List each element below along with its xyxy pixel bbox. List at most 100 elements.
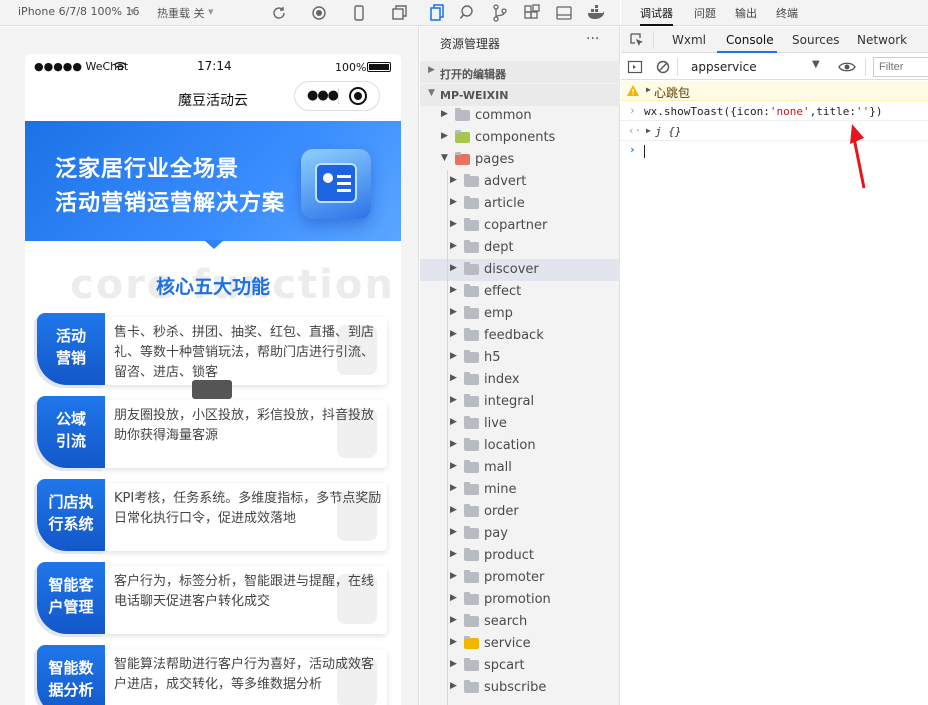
tree-item[interactable]: ▶ spcart xyxy=(420,655,620,677)
expand-triangle-icon[interactable]: ▶ xyxy=(646,85,651,94)
tab-console[interactable]: Console xyxy=(726,33,774,47)
feature-desc: 售卡、秒杀、拼团、抽奖、红包、直播、到店礼、等数十种营销玩法，帮助门店进行引流、… xyxy=(114,325,375,380)
banner-illustration xyxy=(301,149,371,219)
tree-item[interactable]: ▶ order xyxy=(420,501,620,523)
chevron-right-icon: ▶ xyxy=(450,681,457,691)
eye-icon[interactable] xyxy=(838,60,856,74)
sidebar-toggle-icon[interactable] xyxy=(627,59,643,75)
folder-icon xyxy=(464,548,479,561)
console-result-row: ‹· ▶ j {} xyxy=(621,121,928,141)
chevron-right-icon: ▶ xyxy=(450,417,457,427)
tree-item[interactable]: ▶ pay xyxy=(420,523,620,545)
chevron-right-icon: ▶ xyxy=(450,571,457,581)
cloud-icon[interactable] xyxy=(554,3,574,23)
chevron-right-icon: ▶ xyxy=(441,109,448,119)
project-header[interactable]: ▼ MP-WEIXIN xyxy=(420,84,620,106)
tab-wxml[interactable]: Wxml xyxy=(672,33,706,47)
capsule-menu: ●●● xyxy=(294,81,380,111)
device-select[interactable]: iPhone 6/7/8 100% 16 xyxy=(18,5,139,18)
tree-item[interactable]: ▶ promotion xyxy=(420,589,620,611)
hot-reload-toggle[interactable]: 热重载 关 xyxy=(157,5,205,21)
tree-item[interactable]: ▶ live xyxy=(420,413,620,435)
console-warning-row[interactable]: ▶ 心跳包 xyxy=(621,81,928,101)
search-icon[interactable] xyxy=(458,3,478,23)
refresh-icon[interactable] xyxy=(269,3,289,23)
tree-item[interactable]: ▶ promoter xyxy=(420,567,620,589)
tree-item[interactable]: ▶ advert xyxy=(420,171,620,193)
warning-message: 心跳包 xyxy=(654,86,691,100)
tab-sources[interactable]: Sources xyxy=(792,33,839,47)
chevron-down-icon: ▼ xyxy=(441,153,448,163)
tree-item[interactable]: ▶ effect xyxy=(420,281,620,303)
console-prompt[interactable]: › xyxy=(621,141,928,161)
phone-icon[interactable] xyxy=(349,3,369,23)
chevron-right-icon: ▶ xyxy=(450,659,457,669)
feature-card[interactable]: 门店执 行系统 KPI考核，任务系统。多维度指标，多节点奖励日常化执行口令，促进成… xyxy=(33,479,387,554)
folder-icon xyxy=(464,306,479,319)
tree-item[interactable]: ▶ index xyxy=(420,369,620,391)
tab-terminal[interactable]: 终端 xyxy=(776,5,798,21)
more-actions-icon[interactable]: ··· xyxy=(586,31,599,47)
folder-icon xyxy=(464,614,479,627)
chevron-right-icon: ▶ xyxy=(450,483,457,493)
feature-card[interactable]: 智能客 户管理 客户行为，标签分析，智能跟进与提醒，在线电话聊天促进客户转化成交 xyxy=(33,562,387,637)
folder-icon xyxy=(464,262,479,275)
devtools-panel: 调试器 问题 输出 终端 Wxml Console Sources Networ… xyxy=(621,0,928,705)
chevron-right-icon: ▶ xyxy=(450,219,457,229)
files-icon[interactable] xyxy=(426,3,446,23)
tree-item[interactable]: ▶ article xyxy=(420,193,620,215)
tree-item-label: pay xyxy=(484,526,508,541)
tab-output[interactable]: 输出 xyxy=(735,5,757,21)
chevron-right-icon: ▶ xyxy=(450,307,457,317)
tree-item[interactable]: ▶ mine xyxy=(420,479,620,501)
inspect-icon[interactable] xyxy=(629,32,645,48)
filter-input[interactable] xyxy=(873,57,928,77)
clear-console-icon[interactable] xyxy=(655,59,671,75)
folder-icon xyxy=(464,416,479,429)
tree-item[interactable]: ▼ pages xyxy=(420,149,620,171)
folder-icon xyxy=(455,108,470,121)
tree-item[interactable]: ▶ service xyxy=(420,633,620,655)
tab-problems[interactable]: 问题 xyxy=(694,5,716,21)
context-select[interactable]: appservice ▼ xyxy=(681,57,827,77)
tree-item[interactable]: ▶ product xyxy=(420,545,620,567)
result-arrow-icon: ‹· xyxy=(628,124,642,137)
window-icon[interactable] xyxy=(389,3,409,23)
folder-icon xyxy=(455,152,470,165)
active-tab-indicator xyxy=(717,51,777,53)
tree-item[interactable]: ▶ copartner xyxy=(420,215,620,237)
tree-item[interactable]: ▶ integral xyxy=(420,391,620,413)
tree-item[interactable]: ▶ emp xyxy=(420,303,620,325)
tree-item[interactable]: ▶ components xyxy=(420,127,620,149)
branch-icon[interactable] xyxy=(490,3,510,23)
expand-triangle-icon[interactable]: ▶ xyxy=(646,126,651,135)
chevron-right-icon: ▶ xyxy=(428,65,435,75)
hero-banner[interactable]: 泛家居行业全场景 活动营销运营解决方案 xyxy=(25,121,401,241)
result-object[interactable]: j {} xyxy=(655,125,682,138)
tree-item-label: mall xyxy=(484,460,512,475)
close-miniprogram-icon[interactable] xyxy=(349,87,367,105)
more-dots-icon[interactable]: ●●● xyxy=(307,88,339,103)
feature-desc: 朋友圈投放，小区投放，彩信投放，抖音投放助你获得海量客源 xyxy=(114,408,375,443)
tree-item[interactable]: ▶ common xyxy=(420,105,620,127)
battery-label: 100% xyxy=(335,61,367,74)
feature-card[interactable]: 公域 引流 朋友圈投放，小区投放，彩信投放，抖音投放助你获得海量客源 xyxy=(33,396,387,471)
tree-item[interactable]: ▶ subscribe xyxy=(420,677,620,699)
docker-icon[interactable] xyxy=(586,3,606,23)
extensions-icon[interactable] xyxy=(522,3,542,23)
tree-item[interactable]: ▶ search xyxy=(420,611,620,633)
folder-icon xyxy=(464,240,479,253)
tree-item[interactable]: ▶ dept xyxy=(420,237,620,259)
tab-debugger[interactable]: 调试器 xyxy=(640,5,673,26)
open-editors-header[interactable]: ▶ 打开的编辑器 xyxy=(420,61,620,83)
tab-network[interactable]: Network xyxy=(857,33,907,47)
feature-card[interactable]: 活动 营销 售卡、秒杀、拼团、抽奖、红包、直播、到店礼、等数十种营销玩法，帮助门店… xyxy=(33,313,387,388)
tree-item[interactable]: ▶ mall xyxy=(420,457,620,479)
feature-card[interactable]: 智能数 据分析 智能算法帮助进行客户行为喜好，活动成效客户进店，成交转化，等多维数… xyxy=(33,645,387,705)
tree-item[interactable]: ▶ feedback xyxy=(420,325,620,347)
record-icon[interactable] xyxy=(309,3,329,23)
tree-item[interactable]: ▶ discover xyxy=(420,259,620,281)
tree-item[interactable]: ▶ location xyxy=(420,435,620,457)
tree-item[interactable]: ▶ h5 xyxy=(420,347,620,369)
nav-bar: 魔豆活动云 ●●● xyxy=(25,80,401,120)
